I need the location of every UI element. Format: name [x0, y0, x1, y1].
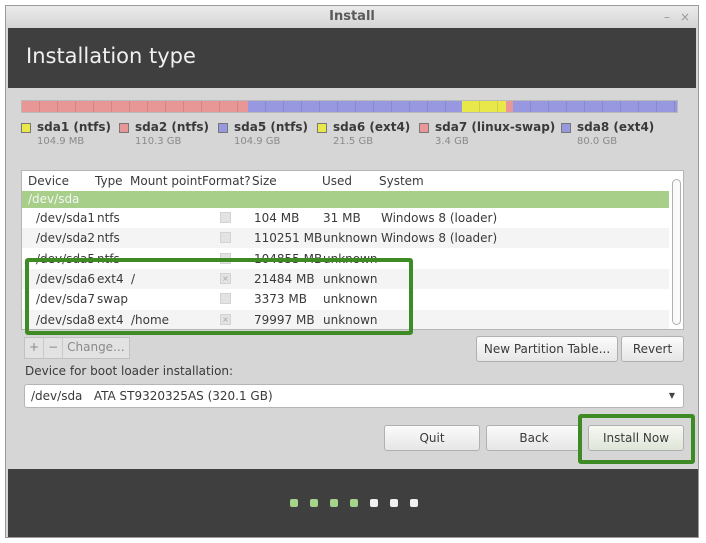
legend-swatch — [218, 123, 228, 133]
page-title: Installation type — [26, 44, 196, 68]
legend-swatch — [21, 123, 31, 133]
back-button[interactable]: Back — [486, 425, 582, 451]
legend-label: sda5 (ntfs) — [234, 120, 308, 134]
title-bar: Install – × — [6, 6, 698, 28]
progress-dots — [290, 499, 418, 507]
progress-step-dot — [330, 499, 338, 507]
close-icon[interactable]: × — [680, 6, 690, 28]
progress-step-dot — [370, 499, 378, 507]
progress-step-dot — [390, 499, 398, 507]
column-header-mount-point[interactable]: Mount point — [130, 174, 202, 188]
legend-size: 80.0 GB — [577, 136, 618, 147]
format-checkbox[interactable] — [220, 232, 231, 244]
legend-size: 104.9 MB — [37, 136, 85, 147]
revert-button[interactable]: Revert — [621, 336, 684, 362]
remove-partition-button[interactable]: − — [44, 338, 64, 358]
quit-button[interactable]: Quit — [384, 425, 480, 451]
progress-step-dot — [290, 499, 298, 507]
legend-label: sda6 (ext4) — [333, 120, 411, 134]
progress-step-dot — [350, 499, 358, 507]
system-cell: Windows 8 (loader) — [381, 231, 498, 246]
page-header: Installation type — [8, 28, 696, 88]
change-partition-button[interactable]: Change... — [63, 338, 128, 358]
boot-loader-label: Device for boot loader installation: — [25, 364, 234, 378]
device-cell: /dev/sda2 — [36, 231, 96, 246]
partition-segment-sda7 — [506, 101, 514, 112]
new-partition-table-button[interactable]: New Partition Table... — [476, 336, 618, 362]
size-cell: 104 MB — [254, 211, 300, 225]
table-row[interactable]: /dev/sda2 ntfs 110251 MB unknown Windows 8 (… — [22, 228, 669, 249]
legend-label: sda1 (ntfs) — [37, 120, 111, 134]
column-header-size[interactable]: Size — [252, 174, 277, 188]
device-cell: /dev/sda1 — [36, 211, 96, 225]
size-cell: 110251 MB — [254, 231, 323, 246]
legend-label: sda2 (ntfs) — [135, 120, 209, 134]
type-cell: ntfs — [97, 211, 120, 225]
column-header-device[interactable]: Device — [28, 174, 69, 188]
disk-row[interactable]: /dev/sda — [22, 191, 669, 208]
partition-bar — [21, 100, 678, 113]
boot-loader-value: /dev/sda ATA ST9320325AS (320.1 GB) — [31, 389, 273, 403]
partition-segment-sda6 — [462, 101, 507, 112]
system-cell: Windows 8 (loader) — [381, 211, 498, 225]
column-header-system[interactable]: System — [379, 174, 424, 188]
column-header-format[interactable]: Format? — [202, 174, 251, 188]
progress-step-dot — [410, 499, 418, 507]
legend-swatch — [119, 123, 129, 133]
table-row[interactable]: /dev/sda1 ntfs 104 MB 31 MB Windows 8 (loade… — [22, 208, 669, 228]
partition-segment-sda2 — [22, 101, 248, 112]
legend-size: 110.3 GB — [135, 136, 182, 147]
table-scrollbar[interactable] — [672, 179, 681, 325]
legend-swatch — [419, 123, 429, 133]
disk-name: /dev/sda — [28, 192, 80, 206]
legend-size: 3.4 GB — [435, 136, 469, 147]
chevron-down-icon: ▼ — [668, 391, 675, 400]
table-header: Device Type Mount point Format? Size Use… — [22, 171, 669, 192]
column-header-type[interactable]: Type — [95, 174, 123, 188]
legend-label: sda7 (linux-swap) — [435, 120, 556, 134]
highlight-linux-partitions — [25, 258, 413, 335]
progress-step-dot — [310, 499, 318, 507]
partition-segment-sda5 — [247, 101, 463, 112]
minimize-icon[interactable]: – — [664, 6, 670, 28]
legend-size: 21.5 GB — [333, 136, 374, 147]
legend-size: 104.9 GB — [234, 136, 281, 147]
used-cell: unknown — [323, 231, 378, 246]
legend-swatch — [317, 123, 327, 133]
column-header-used[interactable]: Used — [322, 174, 352, 188]
boot-loader-select[interactable]: /dev/sda ATA ST9320325AS (320.1 GB) ▼ — [24, 384, 684, 408]
add-partition-button[interactable]: + — [25, 338, 45, 358]
type-cell: ntfs — [97, 231, 120, 246]
highlight-install-now — [578, 414, 695, 464]
legend-swatch — [561, 123, 571, 133]
partition-segment-sda8 — [513, 101, 677, 112]
used-cell: 31 MB — [323, 211, 361, 225]
partition-toolbar: + − Change... — [24, 337, 130, 359]
legend-label: sda8 (ext4) — [577, 120, 655, 134]
window-title: Install — [329, 9, 375, 24]
format-checkbox[interactable] — [220, 212, 231, 223]
